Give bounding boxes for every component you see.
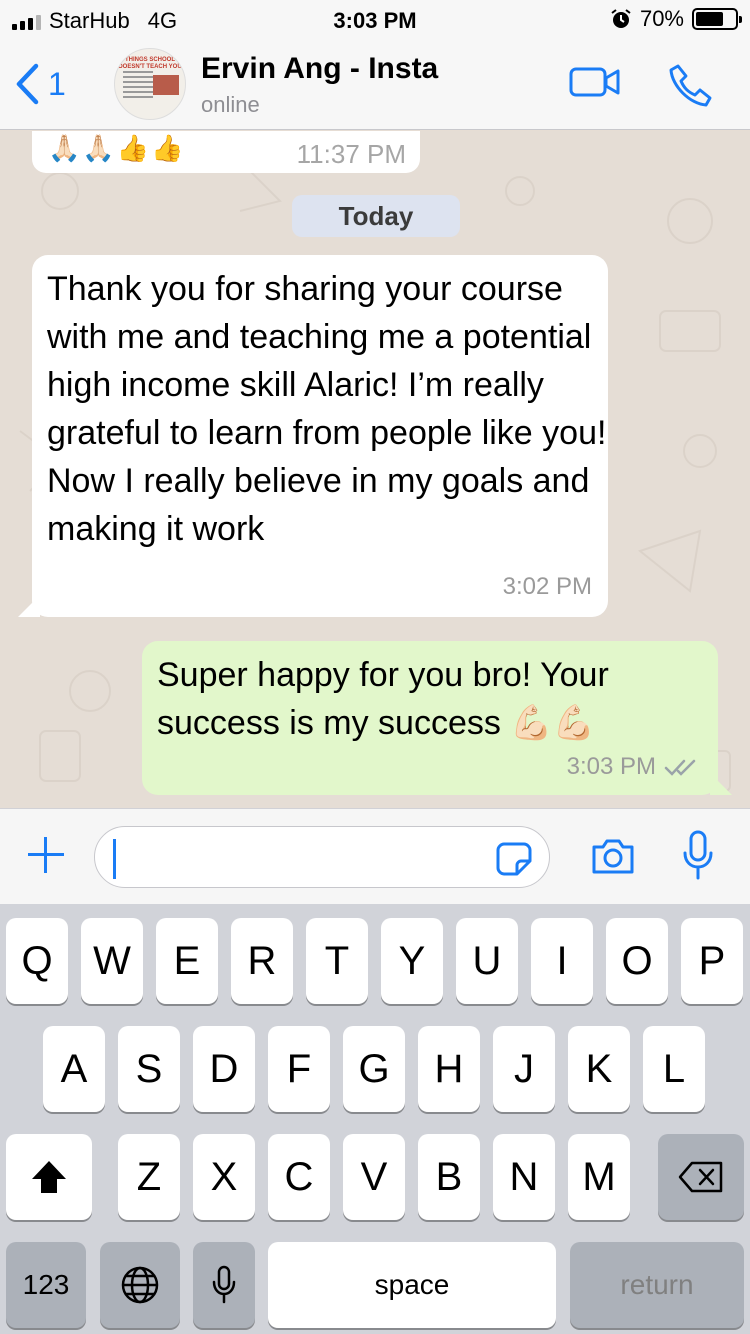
outgoing-message-time: 3:03 PM xyxy=(566,753,656,780)
outgoing-message-bubble[interactable]: Super happy for you bro! Your success is… xyxy=(142,641,732,795)
previous-message-time: 11:37 PM xyxy=(296,139,406,169)
keyboard: Q W E R T Y U I O P A S D F G H J K L Z … xyxy=(0,904,750,1334)
dictation-icon xyxy=(212,1265,236,1304)
key-m[interactable]: M xyxy=(568,1134,630,1220)
double-check-icon xyxy=(664,759,696,776)
key-n[interactable]: N xyxy=(493,1134,555,1220)
key-t[interactable]: T xyxy=(306,918,368,1004)
contact-name[interactable]: Ervin Ang - Insta xyxy=(201,52,438,86)
key-l[interactable]: L xyxy=(643,1026,705,1112)
key-y[interactable]: Y xyxy=(381,918,443,1004)
key-c[interactable]: C xyxy=(268,1134,330,1220)
key-h[interactable]: H xyxy=(418,1026,480,1112)
dictation-key[interactable] xyxy=(193,1242,255,1328)
key-u[interactable]: U xyxy=(456,918,518,1004)
delete-icon xyxy=(678,1161,723,1193)
space-key[interactable]: space xyxy=(268,1242,556,1328)
numbers-key[interactable]: 123 xyxy=(6,1242,86,1328)
previous-message-emoji: 🙏🏻🙏🏻👍👍 xyxy=(48,133,186,163)
video-call-icon[interactable] xyxy=(568,62,622,102)
key-a[interactable]: A xyxy=(43,1026,105,1112)
key-v[interactable]: V xyxy=(343,1134,405,1220)
status-right: 70% xyxy=(610,6,742,32)
delete-key[interactable] xyxy=(658,1134,744,1220)
plus-icon[interactable] xyxy=(26,835,66,875)
previous-message-bubble[interactable]: 🙏🏻🙏🏻👍👍 11:37 PM xyxy=(32,131,420,173)
phone-icon[interactable] xyxy=(666,62,714,110)
contact-status: online xyxy=(201,92,260,117)
key-f[interactable]: F xyxy=(268,1026,330,1112)
back-button[interactable]: 1 xyxy=(14,62,66,106)
key-s[interactable]: S xyxy=(118,1026,180,1112)
key-x[interactable]: X xyxy=(193,1134,255,1220)
back-count: 1 xyxy=(48,65,66,102)
incoming-message-time: 3:02 PM xyxy=(502,573,592,600)
key-o[interactable]: O xyxy=(606,918,668,1004)
key-e[interactable]: E xyxy=(156,918,218,1004)
date-separator: Today xyxy=(292,195,460,237)
alarm-icon xyxy=(611,9,631,28)
key-g[interactable]: G xyxy=(343,1026,405,1112)
avatar-caption: THINGS SCHOOL DOESN'T TEACH YOU xyxy=(118,57,182,70)
globe-icon xyxy=(121,1266,159,1304)
shift-key[interactable] xyxy=(6,1134,92,1220)
sticker-icon[interactable] xyxy=(495,841,533,877)
chat-header: 1 THINGS SCHOOL DOESN'T TEACH YOU Ervin … xyxy=(0,40,750,130)
avatar[interactable]: THINGS SCHOOL DOESN'T TEACH YOU xyxy=(114,48,186,120)
key-z[interactable]: Z xyxy=(118,1134,180,1220)
key-i[interactable]: I xyxy=(531,918,593,1004)
key-q[interactable]: Q xyxy=(6,918,68,1004)
incoming-message-text: Thank you for sharing your course with m… xyxy=(47,270,607,548)
outgoing-message-text: Super happy for you bro! Your success is… xyxy=(157,656,609,742)
microphone-icon[interactable] xyxy=(680,829,716,883)
key-j[interactable]: J xyxy=(493,1026,555,1112)
chat-area[interactable]: 🙏🏻🙏🏻👍👍 11:37 PM Today Thank you for shar… xyxy=(0,131,750,808)
message-input-bar xyxy=(0,808,750,904)
battery-icon xyxy=(692,8,742,30)
message-input[interactable] xyxy=(94,826,550,888)
incoming-message-bubble[interactable]: Thank you for sharing your course with m… xyxy=(18,255,608,617)
text-caret xyxy=(113,839,116,879)
key-r[interactable]: R xyxy=(231,918,293,1004)
battery-percent: 70% xyxy=(639,6,684,31)
return-key[interactable]: return xyxy=(570,1242,744,1328)
key-k[interactable]: K xyxy=(568,1026,630,1112)
status-bar: StarHub 4G 3:03 PM 70% xyxy=(0,0,750,40)
key-w[interactable]: W xyxy=(81,918,143,1004)
outgoing-message-meta: 3:03 PM xyxy=(567,753,700,781)
key-d[interactable]: D xyxy=(193,1026,255,1112)
globe-key[interactable] xyxy=(100,1242,180,1328)
key-b[interactable]: B xyxy=(418,1134,480,1220)
shift-icon xyxy=(32,1161,66,1193)
back-chevron-icon xyxy=(16,63,39,105)
camera-icon[interactable] xyxy=(590,836,636,876)
key-p[interactable]: P xyxy=(681,918,743,1004)
